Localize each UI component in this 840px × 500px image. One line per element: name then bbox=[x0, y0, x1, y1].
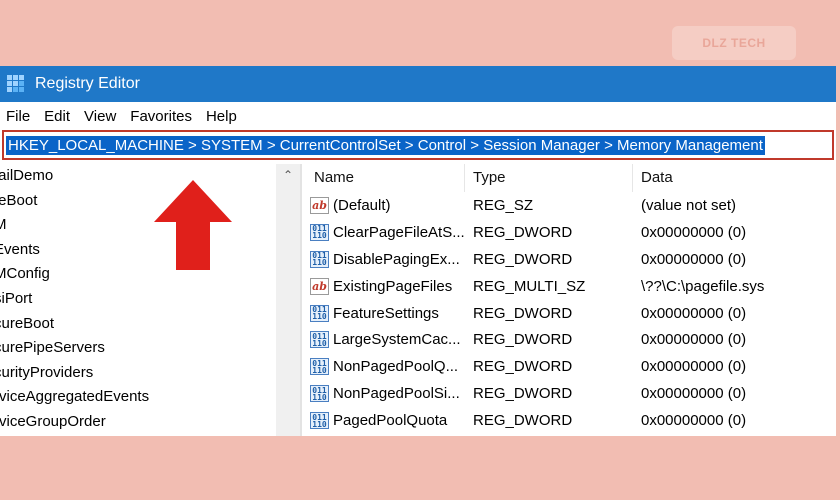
value-name: LargeSystemCac... bbox=[333, 331, 461, 349]
value-name: NonPagedPoolQ... bbox=[333, 358, 459, 376]
column-header-data[interactable]: Data bbox=[632, 164, 836, 192]
value-row[interactable]: ab ExistingPageFiles REG_MULTI_SZ \??\C:\… bbox=[304, 273, 836, 300]
chevron-up-icon[interactable]: ⌃ bbox=[276, 166, 300, 184]
binary-value-icon: 011 110 bbox=[310, 412, 329, 430]
value-type: REG_MULTI_SZ bbox=[473, 277, 586, 295]
value-data: (value not set) bbox=[641, 196, 737, 214]
menu-view[interactable]: View bbox=[84, 108, 116, 125]
tree-item[interactable]: curityProviders bbox=[0, 361, 300, 386]
value-type: REG_DWORD bbox=[473, 412, 573, 430]
tree-item[interactable]: curePipeServers bbox=[0, 336, 300, 361]
values-list: Name Type Data ab (Default) REG_SZ (value… bbox=[304, 164, 836, 436]
value-type: REG_DWORD bbox=[473, 331, 573, 349]
tree-item[interactable]: M bbox=[0, 213, 300, 238]
menu-help[interactable]: Help bbox=[206, 108, 237, 125]
registry-editor-window: Registry Editor File Edit View Favorites… bbox=[0, 66, 836, 436]
value-type: REG_DWORD bbox=[473, 223, 573, 241]
address-path[interactable]: HKEY_LOCAL_MACHINE > SYSTEM > CurrentCon… bbox=[6, 135, 765, 155]
binary-value-icon: 011 110 bbox=[310, 304, 329, 322]
menu-favorites[interactable]: Favorites bbox=[130, 108, 192, 125]
value-data: 0x00000000 (0) bbox=[641, 358, 747, 376]
value-row[interactable]: 011 110 ClearPageFileAtS... REG_DWORD 0x00… bbox=[304, 219, 836, 246]
value-name: ClearPageFileAtS... bbox=[333, 223, 464, 241]
value-row[interactable]: 011 110 FeatureSettings REG_DWORD 0x000000… bbox=[304, 300, 836, 327]
tree-item[interactable]: siPort bbox=[0, 287, 300, 312]
tree-item[interactable]: feBoot bbox=[0, 189, 300, 214]
watermark-logo: DLZ TECH bbox=[672, 26, 796, 60]
value-type: REG_DWORD bbox=[473, 358, 573, 376]
value-name: PagedPoolQuota bbox=[333, 412, 448, 430]
value-name: (Default) bbox=[333, 196, 391, 214]
binary-value-icon: 011 110 bbox=[310, 223, 329, 241]
tree-item[interactable]: cureBoot bbox=[0, 312, 300, 337]
tree-item[interactable]: tailDemo bbox=[0, 164, 300, 189]
value-data: 0x00000000 (0) bbox=[641, 223, 747, 241]
registry-icon bbox=[6, 74, 26, 94]
value-data: 0x00000000 (0) bbox=[641, 331, 747, 349]
value-data: \??\C:\pagefile.sys bbox=[641, 277, 765, 295]
value-data: 0x00000000 (0) bbox=[641, 412, 747, 430]
value-row[interactable]: 011 110 PagedPoolQuota REG_DWORD 0x0000000… bbox=[304, 407, 836, 434]
menu-bar: File Edit View Favorites Help bbox=[0, 102, 836, 130]
value-name: NonPagedPoolSi... bbox=[333, 385, 460, 403]
value-row[interactable]: ab (Default) REG_SZ (value not set) bbox=[304, 192, 836, 219]
menu-edit[interactable]: Edit bbox=[44, 108, 70, 125]
tree-scrollbar[interactable]: ⌃ bbox=[276, 164, 300, 436]
value-type: REG_SZ bbox=[473, 196, 534, 214]
key-tree: tailDemo feBoot M Events MConfig siPort … bbox=[0, 164, 300, 436]
value-data: 0x00000000 (0) bbox=[641, 385, 747, 403]
tree-item[interactable]: rviceAggregatedEvents bbox=[0, 385, 300, 410]
binary-value-icon: 011 110 bbox=[310, 331, 329, 349]
value-name: ExistingPageFiles bbox=[333, 277, 453, 295]
value-row[interactable]: 011 110 NonPagedPoolQ... REG_DWORD 0x00000… bbox=[304, 353, 836, 380]
binary-value-icon: 011 110 bbox=[310, 250, 329, 268]
column-header-type[interactable]: Type bbox=[464, 164, 632, 192]
string-value-icon: ab bbox=[310, 277, 329, 295]
value-name: DisablePagingEx... bbox=[333, 250, 460, 268]
value-type: REG_DWORD bbox=[473, 250, 573, 268]
value-row[interactable]: 011 110 DisablePagingEx... REG_DWORD 0x000… bbox=[304, 246, 836, 273]
value-name: FeatureSettings bbox=[333, 304, 439, 322]
watermark-brand: DLZ TECH bbox=[702, 36, 766, 50]
tree-item[interactable]: Events bbox=[0, 238, 300, 263]
tree-item[interactable]: MConfig bbox=[0, 262, 300, 287]
title-bar[interactable]: Registry Editor bbox=[0, 66, 836, 102]
pane-splitter[interactable] bbox=[300, 164, 302, 436]
arrow-up-icon bbox=[154, 180, 232, 270]
address-bar[interactable]: HKEY_LOCAL_MACHINE > SYSTEM > CurrentCon… bbox=[2, 130, 834, 160]
column-header-name[interactable]: Name bbox=[304, 164, 464, 192]
value-type: REG_DWORD bbox=[473, 385, 573, 403]
window-title: Registry Editor bbox=[35, 75, 140, 92]
tree-item[interactable]: rviceGroupOrder bbox=[0, 410, 300, 435]
values-header: Name Type Data bbox=[304, 164, 836, 192]
value-data: 0x00000000 (0) bbox=[641, 250, 747, 268]
value-row[interactable]: 011 110 NonPagedPoolSi... REG_DWORD 0x0000… bbox=[304, 380, 836, 407]
binary-value-icon: 011 110 bbox=[310, 358, 329, 376]
value-type: REG_DWORD bbox=[473, 304, 573, 322]
binary-value-icon: 011 110 bbox=[310, 385, 329, 403]
value-row[interactable]: 011 110 LargeSystemCac... REG_DWORD 0x0000… bbox=[304, 326, 836, 353]
value-data: 0x00000000 (0) bbox=[641, 304, 747, 322]
menu-file[interactable]: File bbox=[6, 108, 30, 125]
string-value-icon: ab bbox=[310, 196, 329, 214]
